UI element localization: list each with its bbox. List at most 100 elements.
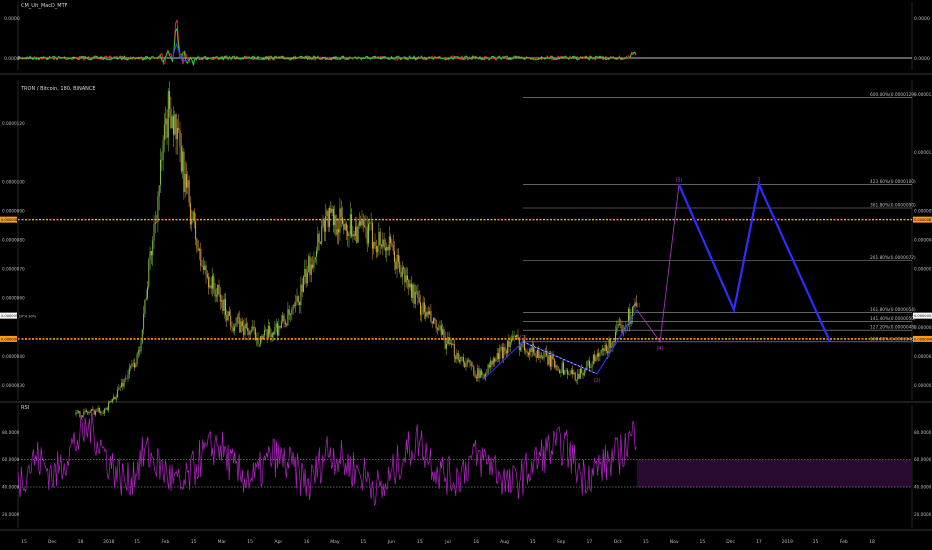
candle-body: [388, 236, 390, 251]
candle-body: [260, 336, 262, 345]
candle-body: [217, 284, 219, 296]
candle-body: [280, 321, 282, 328]
candle-body: [498, 353, 499, 360]
trading-chart[interactable]: 0.0000 0.0000 0.0000 0.0000 0.0000120 0.0000…: [0, 0, 932, 550]
candle-body: [121, 382, 122, 388]
candle-body: [357, 226, 359, 243]
candle-body: [405, 275, 407, 283]
candle-body: [275, 323, 277, 328]
candle-body: [200, 248, 202, 266]
fib-level-label: 361.80%(0.0000090): [870, 203, 916, 209]
rsi-right-tick: 20.0000: [914, 512, 932, 517]
candle-body: [421, 313, 423, 315]
candle-body: [573, 372, 575, 375]
candle-body: [392, 245, 394, 251]
x-tick-label: 15: [360, 539, 366, 545]
candle-body: [459, 360, 460, 362]
candle-body: [95, 411, 96, 415]
candle-body: [548, 354, 550, 365]
candle-body: [163, 124, 165, 141]
candle-body: [365, 226, 367, 228]
candle-body: [143, 313, 145, 330]
candle-body: [127, 374, 129, 379]
candle-body: [196, 239, 198, 249]
candle-body: [456, 352, 458, 359]
candle-body: [296, 296, 298, 303]
candle-body: [305, 269, 307, 284]
candle-body: [231, 326, 233, 328]
candle-body: [481, 370, 483, 375]
candle-body: [236, 317, 238, 324]
candle-body: [87, 412, 89, 414]
candle-body: [478, 368, 480, 379]
candle-body: [300, 284, 302, 305]
candle-body: [391, 243, 393, 246]
candle-body: [261, 336, 263, 340]
candle-body: [349, 214, 351, 234]
candle-body: [238, 317, 239, 318]
candle-body: [457, 352, 459, 361]
candle-body: [368, 223, 369, 244]
candle-body: [251, 330, 252, 332]
candle-body: [297, 296, 299, 302]
candle-body: [326, 210, 328, 216]
candle-body: [204, 265, 206, 270]
candle-body: [150, 251, 152, 256]
candle-body: [123, 378, 125, 387]
price-y-tick: 0.0000120: [2, 121, 25, 126]
candle-body: [96, 411, 98, 412]
candle-body: [170, 109, 172, 129]
candle-body: [314, 257, 316, 261]
candle-body: [382, 239, 384, 247]
candle-body: [166, 118, 168, 138]
x-tick-label: Aug: [500, 539, 509, 545]
candle-body: [412, 284, 414, 298]
x-tick-label: 18: [869, 539, 875, 545]
candle-body: [169, 91, 171, 110]
macd-y-tick: 0.0000: [4, 56, 20, 62]
candle-body: [176, 128, 178, 140]
candle-body: [369, 222, 371, 224]
x-tick-label: 15: [191, 539, 197, 545]
candle-body: [433, 317, 434, 324]
candle-body: [436, 328, 438, 330]
candle-body: [327, 210, 329, 227]
candle-body: [568, 374, 570, 375]
candle-body: [319, 242, 321, 244]
candle-body: [373, 241, 375, 249]
candle-body: [427, 311, 429, 315]
price-y-tick: 0.0000090: [2, 208, 25, 213]
candle-body: [442, 329, 444, 335]
candle-body: [339, 208, 341, 233]
candle-body: [240, 321, 242, 333]
candle-body: [223, 299, 225, 311]
candle-body: [566, 370, 568, 375]
candle-body: [352, 234, 354, 237]
candle-body: [283, 315, 285, 322]
candle-body: [473, 366, 475, 375]
candle-body: [559, 370, 561, 374]
candle-body: [530, 348, 532, 352]
candle-body: [507, 340, 509, 354]
candle-body: [303, 276, 304, 292]
candle-body: [615, 332, 616, 342]
candle-body: [504, 347, 506, 351]
candle-body: [591, 364, 593, 368]
candle-body: [213, 275, 215, 290]
fib-level-label: 261.80%(0.0000072): [870, 255, 916, 261]
candle-body: [455, 356, 457, 359]
candle-body: [184, 173, 186, 193]
x-tick-label: 15: [417, 539, 423, 545]
candle-body: [540, 355, 542, 357]
candle-body: [430, 311, 432, 322]
candle-body: [293, 305, 295, 306]
x-tick-label: Oct: [614, 539, 622, 545]
candle-body: [97, 407, 99, 412]
candle-body: [243, 326, 245, 336]
candle-body: [618, 323, 620, 325]
candle-body: [594, 354, 596, 362]
macd-right-tick: 0.0000: [914, 16, 930, 22]
candle-body: [422, 302, 424, 314]
candle-body: [590, 367, 592, 369]
wave-label: (5): [675, 178, 682, 184]
